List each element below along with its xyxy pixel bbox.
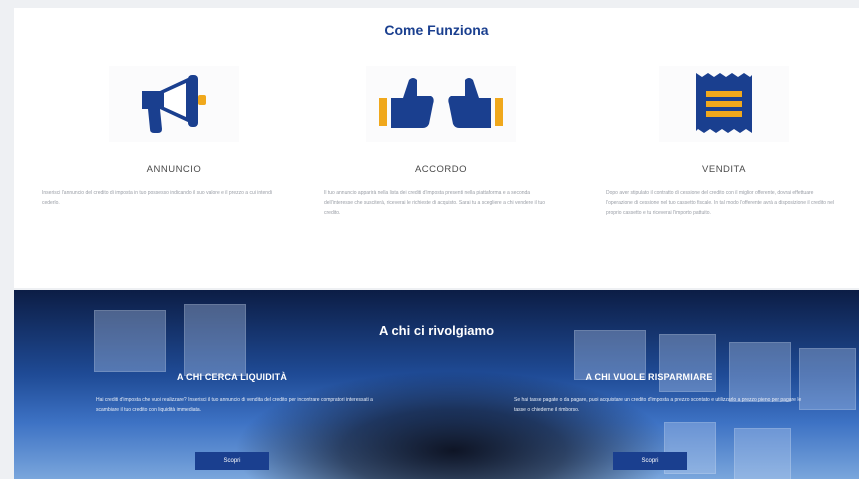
thumbs-up-icon [366, 66, 516, 142]
background-window [734, 428, 791, 479]
how-it-works-section: Come Funziona ANNUNCIO Inserisci l'annun… [14, 8, 859, 288]
column-title: A CHI VUOLE RISPARMIARE [585, 372, 713, 382]
section-title: Come Funziona [384, 22, 489, 38]
step-annuncio: ANNUNCIO [54, 66, 294, 175]
step-title: ACCORDO [414, 164, 468, 175]
step-description: Il tuo annuncio apparirà nella lista dei… [324, 190, 546, 216]
column-title: A CHI CERCA LIQUIDITÀ [176, 372, 288, 382]
step-accordo: ACCORDO [321, 66, 561, 175]
step-description: Dopo aver stipulato il contratto di cess… [606, 190, 835, 216]
section-title: A chi ci rivolgiamo [378, 323, 495, 338]
step-vendita: VENDITA [604, 66, 844, 175]
receipt-icon [659, 66, 789, 142]
background-window [94, 310, 166, 372]
column-description: Se hai tasse pagate o da pagare, puoi ac… [514, 397, 802, 413]
megaphone-icon [109, 66, 239, 142]
step-title: ANNUNCIO [146, 164, 202, 175]
scopri-button[interactable]: Scopri [613, 452, 687, 470]
column-description: Hai crediti d'imposta che vuoi realizzar… [96, 397, 373, 413]
step-title: VENDITA [702, 164, 746, 175]
scopri-button[interactable]: Scopri [195, 452, 269, 470]
background-window [659, 334, 716, 392]
background-window [184, 304, 246, 376]
audience-section: A chi ci rivolgiamo A CHI CERCA LIQUIDIT… [14, 290, 859, 479]
step-description: Inserisci l'annuncio del credito di impo… [42, 190, 272, 206]
